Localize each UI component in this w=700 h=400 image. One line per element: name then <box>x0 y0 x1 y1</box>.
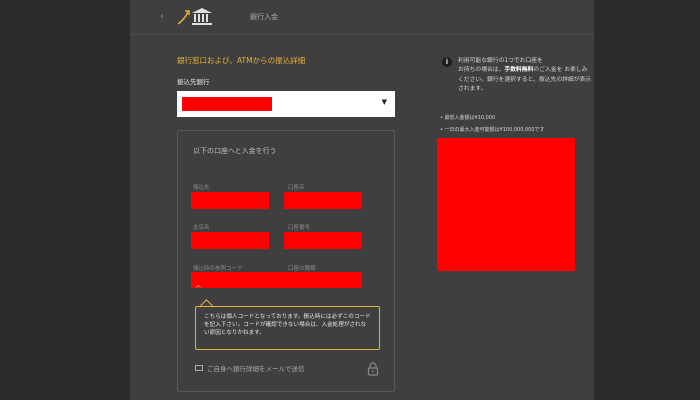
info-text: 利用可能な銀行の1つでお口座を お持ちの場合は、手数料無料のご入金を お楽しみく… <box>458 57 593 94</box>
info-icon: i <box>442 57 452 67</box>
field-label-branch: 支店名 <box>193 225 210 231</box>
info-line-2b: のご入金を <box>533 67 563 74</box>
redacted-account-number <box>284 232 362 249</box>
info-line-1: 利用可能な銀行の1つでお口座を <box>458 58 543 64</box>
field-label-payee: 振込先 <box>193 185 210 191</box>
tooltip-toggle[interactable]: ^ <box>195 284 202 293</box>
info-highlight: 手数料無料 <box>504 67 534 74</box>
redacted-info-panel <box>437 138 575 271</box>
field-label-account-name: 口座名 <box>288 185 305 191</box>
page-title: 銀行入金 <box>250 13 278 21</box>
redacted-bank-name <box>182 97 272 111</box>
section-title: 銀行窓口および、ATMからの振込詳細 <box>177 56 306 65</box>
redacted-account-name <box>284 192 362 209</box>
min-deposit-text: • 最低入金額は¥10,000 <box>440 115 496 121</box>
envelope-icon <box>195 365 203 371</box>
right-backdrop <box>594 0 700 400</box>
max-deposit-text: • 一日の最大入金可能額は¥100,000,000です <box>440 127 545 133</box>
field-label-account-type: 口座の種類 <box>288 266 316 272</box>
lock-icon <box>367 362 379 376</box>
account-details-card: 以下の口座へと入金を行う 振込先 口座名 支店名 口座番号 振込時の参照コード … <box>177 130 395 392</box>
card-title: 以下の口座へと入金を行う <box>193 147 277 155</box>
bank-icon <box>177 8 212 25</box>
chevron-left-icon[interactable]: ‹ <box>160 11 164 22</box>
redacted-payee <box>191 192 269 209</box>
field-label-reference-code: 振込時の参照コード <box>193 266 243 272</box>
info-line-2a: お持ちの場合は、 <box>458 67 505 74</box>
header: ‹ 銀行入金 <box>130 0 594 35</box>
field-label-account-number: 口座番号 <box>288 225 311 231</box>
redacted-reference-code <box>191 272 362 288</box>
bank-select[interactable]: ▼ <box>177 91 395 117</box>
caret-down-icon: ▼ <box>381 98 387 106</box>
deposit-panel: ‹ 銀行入金 銀行窓口および、ATMからの振込詳細 振込先銀行 ▼ 以下の口座へ… <box>130 0 594 400</box>
bank-select-label: 振込先銀行 <box>177 78 210 86</box>
email-details-label: ご自身へ銀行詳細をメールで送信 <box>207 365 305 373</box>
left-backdrop <box>0 0 130 400</box>
reference-code-tooltip: こちらは個人コードとなっております。振込時には必ずこのコードを記入下さい。コード… <box>195 306 380 350</box>
redacted-branch <box>191 232 269 249</box>
